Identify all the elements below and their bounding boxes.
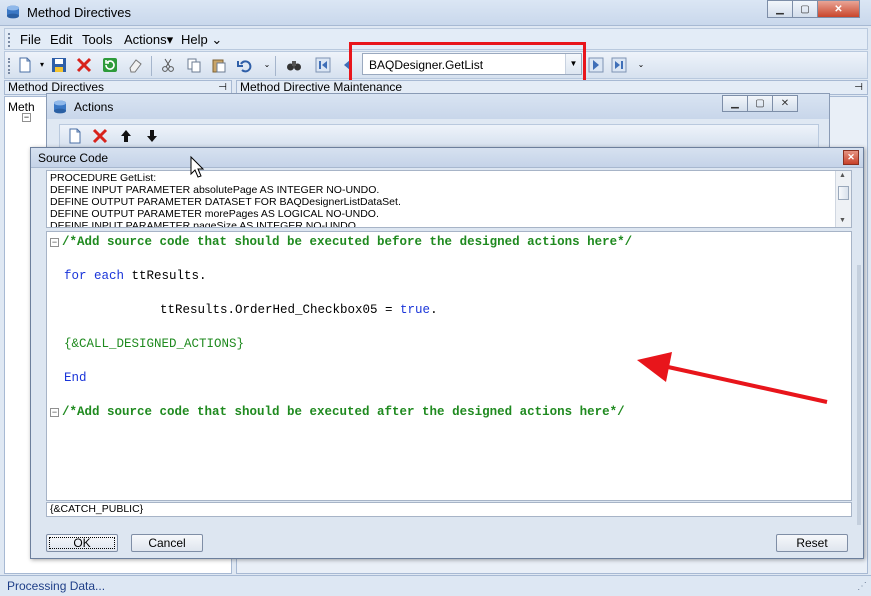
- header-line: PROCEDURE GetList:: [50, 172, 157, 184]
- code-keyword: true: [400, 303, 431, 317]
- code-text: .: [430, 303, 438, 317]
- scroll-up-icon[interactable]: ▲: [839, 172, 846, 179]
- left-panel-title: Method Directives: [8, 80, 105, 94]
- code-comment-after: /*Add source code that should be execute…: [62, 405, 625, 419]
- cut-icon[interactable]: [160, 57, 176, 73]
- highlight-box: [349, 42, 586, 85]
- ok-button[interactable]: OK: [46, 534, 118, 552]
- menu-help[interactable]: Help ⌄: [181, 32, 222, 48]
- last-record-icon[interactable]: [611, 57, 627, 73]
- source-code-editor[interactable]: − /*Add source code that should be execu…: [46, 231, 852, 501]
- minimize-button[interactable]: ▁: [722, 95, 748, 112]
- reset-button[interactable]: Reset: [776, 534, 848, 552]
- binoculars-icon[interactable]: [286, 57, 302, 73]
- toolbar-separator: [151, 56, 152, 76]
- undo-icon[interactable]: [237, 57, 253, 73]
- header-line: DEFINE INPUT PARAMETER absolutePage AS I…: [50, 184, 380, 196]
- code-assign-line: ttResults.OrderHed_Checkbox05 = true.: [160, 303, 438, 317]
- close-button[interactable]: ✕: [817, 0, 860, 18]
- delete-icon[interactable]: [92, 128, 108, 144]
- chevron-down-icon[interactable]: ⌄: [259, 57, 275, 73]
- code-comment-before: /*Add source code that should be execute…: [62, 235, 633, 249]
- window-title: Method Directives: [27, 5, 132, 20]
- close-button[interactable]: ✕: [772, 95, 798, 112]
- eraser-icon[interactable]: [127, 57, 143, 73]
- resize-grip-icon[interactable]: ⋰: [857, 581, 867, 592]
- refresh-icon[interactable]: [102, 57, 118, 73]
- window-controls: ▁ ▢ ✕: [767, 0, 860, 18]
- fold-collapse-icon[interactable]: −: [50, 408, 59, 417]
- tree-collapse-icon[interactable]: −: [22, 113, 31, 122]
- chevron-down-icon[interactable]: ⌄: [633, 57, 649, 73]
- new-document-icon[interactable]: [17, 57, 33, 73]
- grip-handle[interactable]: [8, 33, 11, 47]
- next-record-icon[interactable]: [588, 57, 604, 73]
- actions-window-controls: ▁ ▢ ✕: [722, 95, 798, 112]
- menu-actions[interactable]: Actions▾: [124, 32, 173, 48]
- right-panel-title: Method Directive Maintenance: [240, 80, 403, 94]
- code-text: ttResults.: [124, 269, 207, 283]
- first-record-icon[interactable]: [315, 57, 331, 73]
- main-title-bar: Method Directives ▁ ▢ ✕: [0, 0, 871, 26]
- cancel-button[interactable]: Cancel: [131, 534, 203, 552]
- paste-icon[interactable]: [211, 57, 227, 73]
- maximize-button[interactable]: ▢: [792, 0, 818, 18]
- actions-title-bar: Actions ▁ ▢ ✕: [47, 94, 829, 119]
- footer-code-line: {&CATCH_PUBLIC}: [50, 503, 144, 515]
- source-code-title: Source Code: [38, 151, 109, 165]
- save-icon[interactable]: [51, 57, 67, 73]
- copy-icon[interactable]: [186, 57, 202, 73]
- toolbar-separator: [275, 56, 276, 76]
- status-bar: Processing Data... ⋰: [0, 575, 871, 596]
- code-text: ttResults.OrderHed_Checkbox05 =: [160, 303, 401, 317]
- status-text: Processing Data...: [7, 579, 106, 593]
- dialog-scrollbar[interactable]: [857, 170, 861, 525]
- code-call-actions: {&CALL_DESIGNED_ACTIONS}: [64, 337, 245, 351]
- move-up-icon[interactable]: [118, 128, 134, 144]
- header-line: DEFINE OUTPUT PARAMETER morePages AS LOG…: [50, 208, 379, 220]
- source-code-dialog: Source Code ✕ PROCEDURE GetList: DEFINE …: [30, 147, 864, 559]
- catch-footer-code[interactable]: {&CATCH_PUBLIC}: [46, 502, 852, 517]
- maximize-button[interactable]: ▢: [747, 95, 773, 112]
- header-line: DEFINE INPUT PARAMETER pageSize AS INTEG…: [50, 220, 359, 228]
- scrollbar-thumb[interactable]: [857, 265, 861, 525]
- header-line: DEFINE OUTPUT PARAMETER DATASET FOR BAQD…: [50, 196, 401, 208]
- menu-file[interactable]: File: [20, 32, 41, 47]
- move-down-icon[interactable]: [144, 128, 160, 144]
- database-icon: [7, 5, 19, 19]
- actions-toolbar: [59, 124, 819, 148]
- new-document-icon[interactable]: [67, 128, 83, 144]
- procedure-header-code[interactable]: PROCEDURE GetList: DEFINE INPUT PARAMETE…: [46, 170, 852, 228]
- fold-collapse-icon[interactable]: −: [50, 238, 59, 247]
- source-code-title-bar: Source Code ✕: [31, 148, 863, 168]
- actions-title: Actions: [74, 100, 114, 114]
- chevron-down-icon[interactable]: ▾: [34, 57, 50, 73]
- code-end-line: End: [64, 371, 87, 385]
- delete-icon[interactable]: [76, 57, 92, 73]
- tree-item-method[interactable]: Meth: [8, 100, 35, 114]
- code-keyword: for each: [64, 269, 125, 283]
- minimize-button[interactable]: ▁: [767, 0, 793, 18]
- header-scrollbar[interactable]: ▲ ▼: [835, 171, 851, 227]
- pin-icon[interactable]: ⊣: [854, 81, 863, 94]
- menu-edit[interactable]: Edit: [50, 32, 72, 47]
- code-for-each-line: for each ttResults.: [64, 269, 207, 283]
- close-button[interactable]: ✕: [843, 150, 859, 165]
- grip-handle[interactable]: [8, 58, 11, 74]
- scroll-down-icon[interactable]: ▼: [839, 217, 846, 224]
- database-icon: [54, 100, 66, 114]
- scrollbar-thumb[interactable]: [838, 186, 849, 200]
- menu-tools[interactable]: Tools: [82, 32, 112, 47]
